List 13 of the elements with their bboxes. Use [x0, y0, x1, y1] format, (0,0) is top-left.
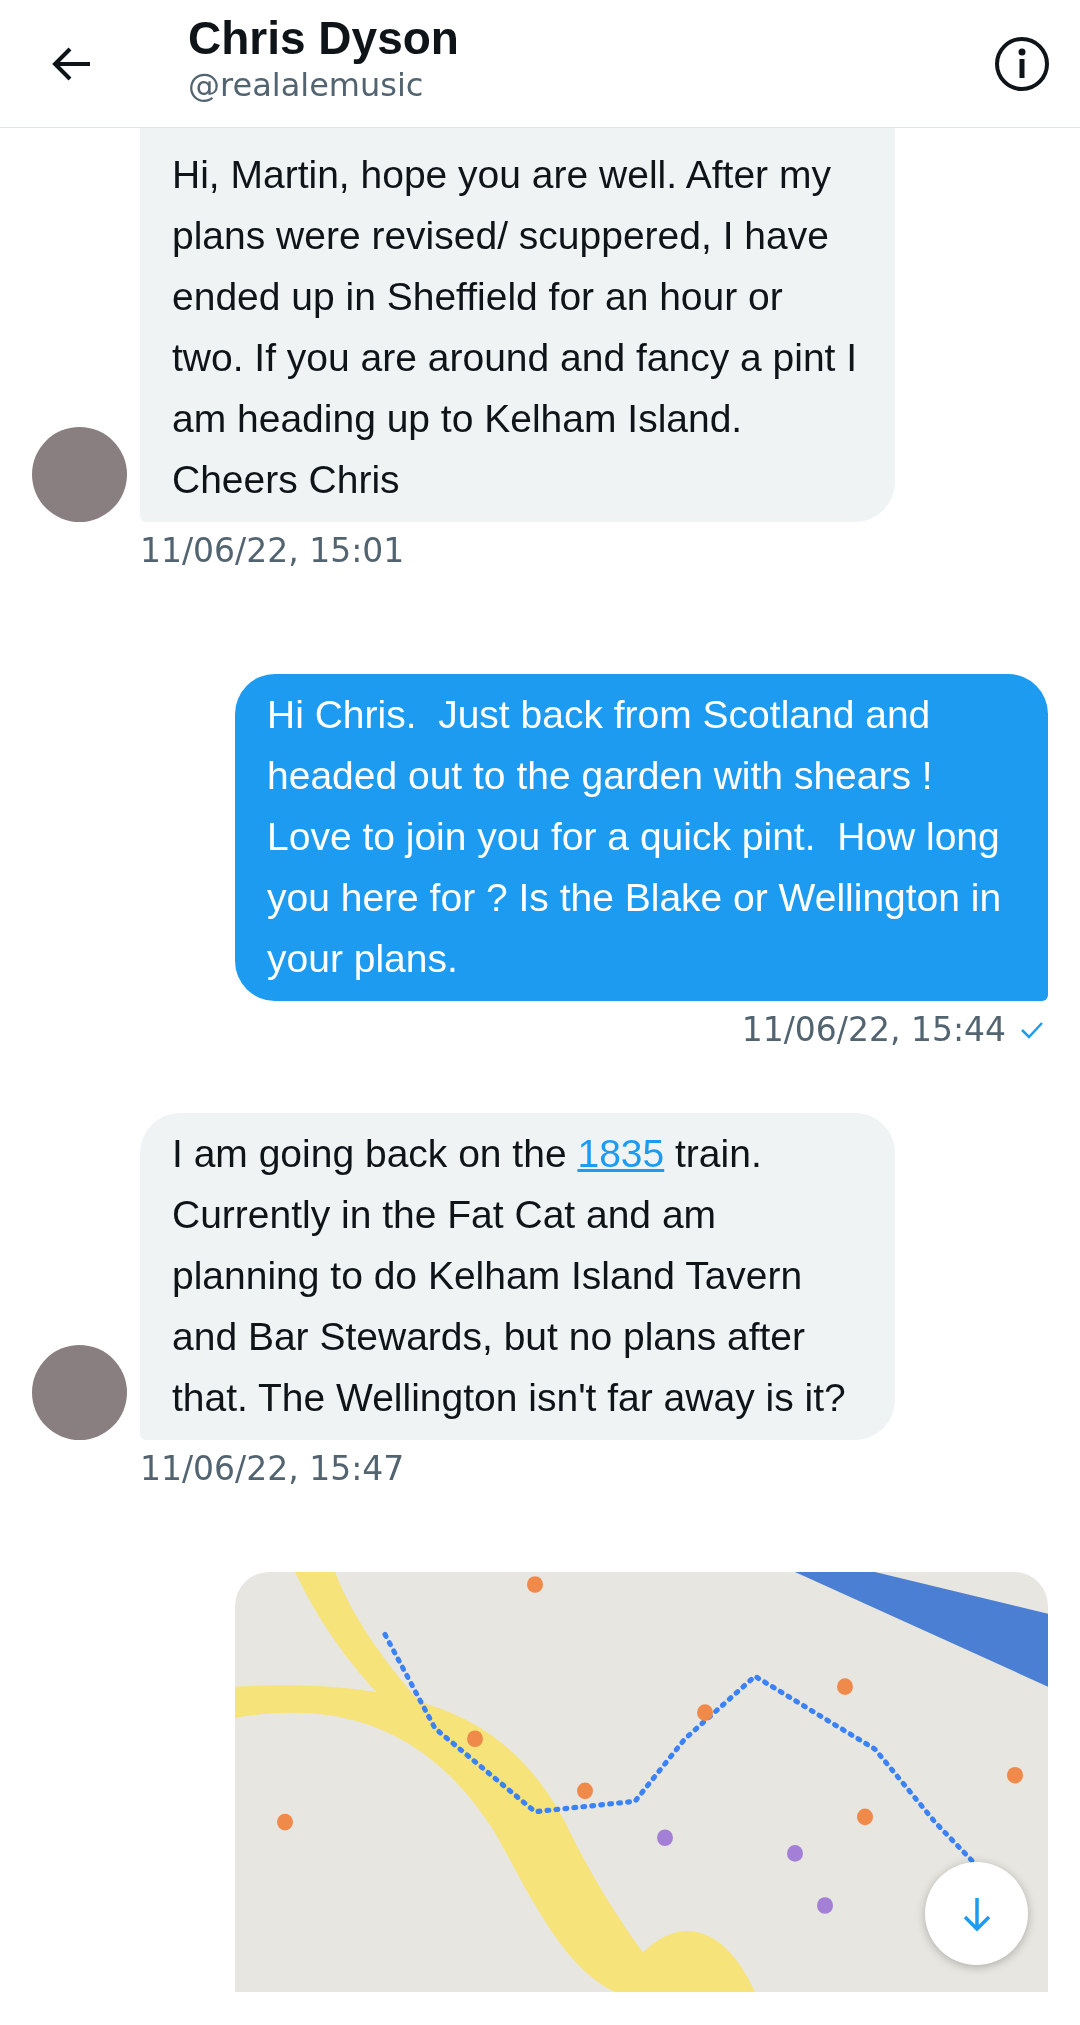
message-time: 11/06/22, 15:44 [741, 1009, 1006, 1051]
info-icon[interactable] [994, 35, 1050, 92]
back-arrow-icon[interactable] [52, 46, 92, 81]
contact-name: Chris Dyson [188, 10, 460, 65]
message-bubble: Hi Chris. Just back from Scotland and headed out to the garden with shears ! Love to join you for a quick pint. How long you here for ? Is the Blake or Wellington in your plans. [235, 674, 1048, 1001]
message-time: 11/06/22, 15:47 [140, 1448, 406, 1490]
map-image[interactable] [235, 1572, 1048, 1992]
message-time: 11/06/22, 15:01 [140, 530, 406, 572]
down-arrow-icon [961, 1895, 992, 1932]
contact-handle: @realalemusic [188, 64, 425, 105]
message-bubble: Hi, Martin, hope you are well. After my plans were revised/ scuppered, I have ended up in Sheffield for an hour or two. If you are around and fancy a pint I am heading up to Kelham Island. Cheers Chris [140, 128, 895, 522]
message-link[interactable]: 1835 [577, 1132, 665, 1175]
message-bubble: I am going back on the 1835 train. Currently in the Fat Cat and am planning to do Kelham Island Tavern and Bar Stewards, but no plans after that. The Wellington isn't far away is it? [140, 1113, 895, 1440]
